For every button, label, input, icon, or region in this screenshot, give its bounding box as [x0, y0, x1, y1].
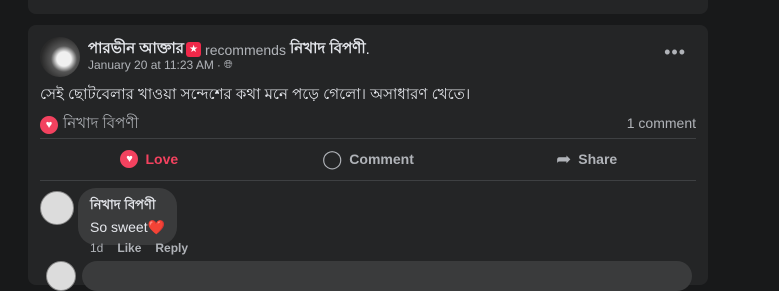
divider-top	[40, 138, 696, 139]
post-text: সেই ছোটবেলার খাওয়া সন্দেশের কথা মনে পড়…	[40, 86, 471, 103]
share-button[interactable]: ➦ Share	[477, 141, 696, 177]
comment-text-line: So sweet❤️	[90, 219, 165, 236]
post-meta: January 20 at 11:23 AM · 🌐︎	[88, 58, 233, 72]
comment-bubble: নিখাদ বিপণী So sweet❤️	[78, 188, 178, 245]
next-comment-avatar[interactable]	[46, 261, 76, 291]
recommendation-page-name: নিখাদ বিপণী	[63, 115, 139, 132]
divider-bottom	[40, 180, 696, 181]
commenter-name[interactable]: নিখাদ বিপণী	[90, 196, 165, 217]
commenter-avatar[interactable]	[40, 191, 74, 225]
post-card: পারভীন আক্তার ★ recommends নিখাদ বিপণী .…	[28, 25, 708, 291]
recommends-label: recommends	[205, 41, 286, 58]
comment-like-button[interactable]: Like	[117, 241, 141, 255]
love-button[interactable]: ♥ Love	[40, 141, 259, 177]
previous-post-card	[28, 0, 708, 14]
love-label: Love	[145, 151, 179, 167]
recommended-page-link[interactable]: নিখাদ বিপণী	[290, 37, 366, 62]
comment-time[interactable]: 1d	[90, 241, 103, 255]
globe-icon: 🌐︎	[223, 58, 233, 71]
comment-button[interactable]: ◯ Comment	[259, 141, 478, 177]
share-arrow-icon: ➦	[556, 148, 572, 169]
meta-separator: ·	[216, 58, 221, 72]
comment-actions: 1d Like Reply	[90, 241, 188, 255]
comment-bubble-icon: ◯	[322, 148, 343, 169]
heart-icon: ♥	[40, 115, 58, 134]
love-heart-icon: ♥	[120, 150, 139, 168]
post-timestamp[interactable]: January 20 at 11:23 AM	[88, 58, 214, 72]
action-bar: ♥ Love ◯ Comment ➦ Share	[40, 141, 696, 177]
comment-label: Comment	[349, 151, 414, 167]
author-avatar[interactable]	[40, 37, 80, 77]
red-heart-emoji: ❤️	[147, 219, 166, 235]
star-badge-icon: ★	[186, 42, 202, 57]
more-options-button[interactable]: •••	[664, 42, 686, 63]
next-comment-bubble	[82, 261, 692, 291]
comment-text: So sweet	[90, 219, 148, 235]
page-name-suffix: .	[365, 41, 370, 58]
share-label: Share	[578, 151, 618, 167]
comment-reply-button[interactable]: Reply	[155, 241, 188, 255]
comment-count[interactable]: 1 comment	[627, 115, 696, 131]
recommendation-row[interactable]: ♥ নিখাদ বিপণী	[40, 112, 139, 137]
